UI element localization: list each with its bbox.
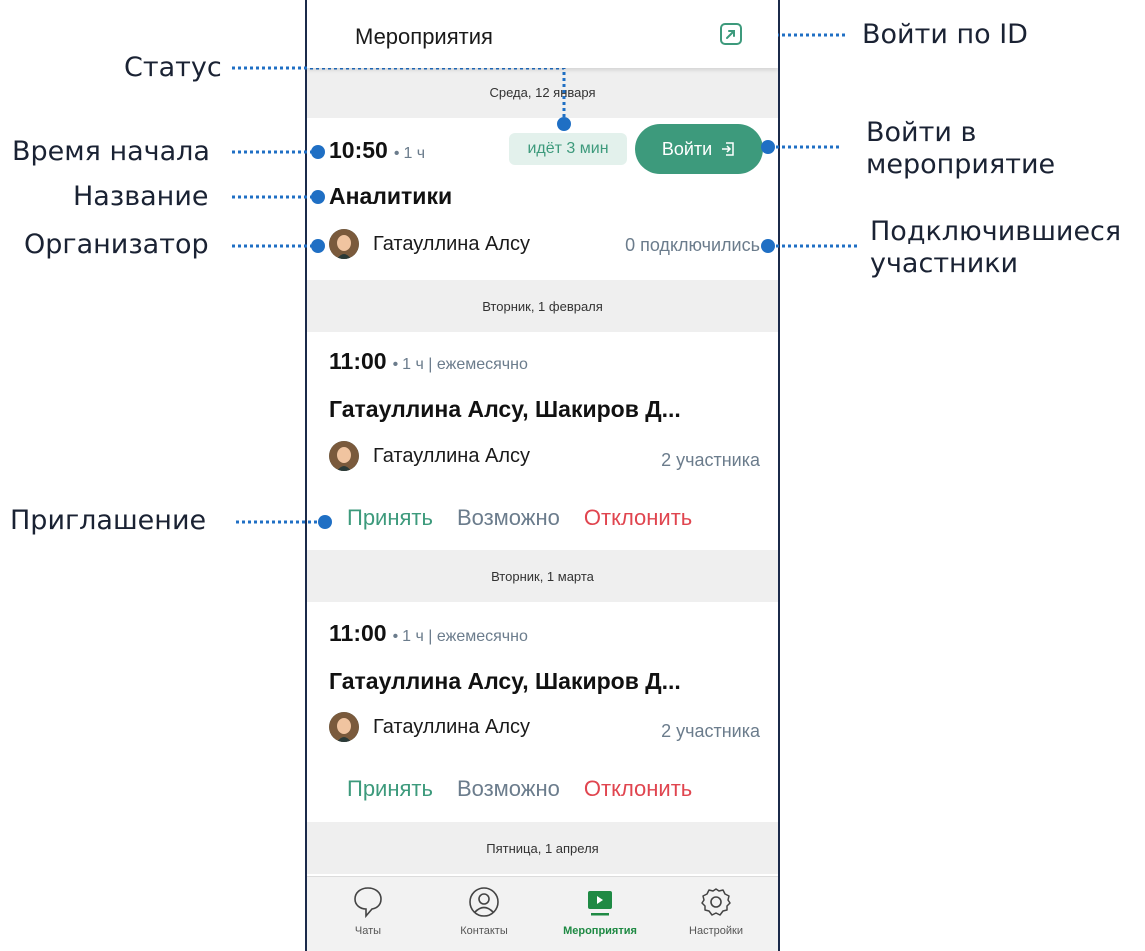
annotation-line: Подключившиеся: [870, 216, 1122, 247]
annotation-invitation: Приглашение: [10, 505, 207, 536]
annotation-line: мероприятие: [866, 149, 1056, 181]
annotation-organizer: Организатор: [24, 229, 209, 260]
annotation-participants: Подключившиеся участники: [870, 216, 1121, 281]
annotation-start-time: Время начала: [12, 136, 210, 167]
annotated-screenshot: Мероприятия Среда, 12 января 10:50 • 1 ч …: [0, 0, 1145, 951]
app-bar: Мероприятия: [307, 0, 778, 68]
annotation-name: Название: [73, 181, 209, 212]
enter-id-icon[interactable]: [719, 22, 743, 46]
annotation-line: участники: [870, 248, 1019, 280]
page-title: Мероприятия: [355, 24, 493, 49]
annotation-line: Войти в: [866, 117, 977, 148]
annotation-status: Статус: [124, 52, 222, 83]
annotation-join-by-id: Войти по ID: [862, 19, 1028, 50]
annotation-join-event: Войти в мероприятие: [866, 117, 1055, 182]
